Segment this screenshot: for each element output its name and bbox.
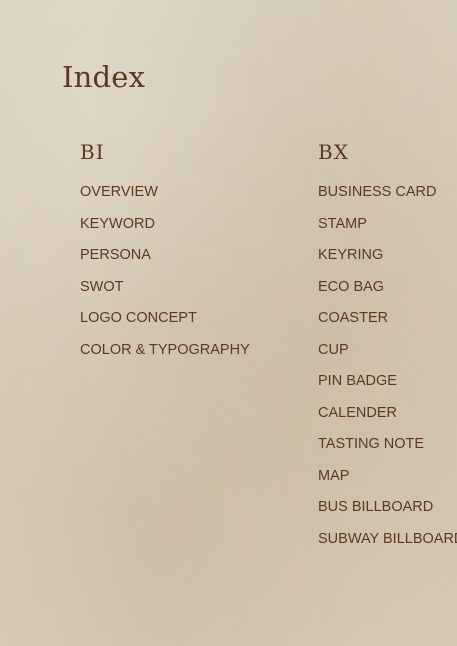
- bi-item: PERSONA: [80, 247, 151, 263]
- bi-item: KEYWORD: [80, 215, 155, 232]
- bx-item: TASTING NOTE: [318, 436, 425, 452]
- bi-item: COLOR & TYPOGRAPHY: [80, 341, 250, 358]
- page-title: Index: [62, 60, 146, 94]
- bi-item: OVERVIEW: [80, 184, 158, 200]
- bx-item: MAP: [318, 467, 350, 484]
- bi-heading: BI: [80, 140, 105, 164]
- bx-section: BX BUSINESS CARD STAMP KEYRING ECO BAG C…: [318, 137, 457, 555]
- bi-item: LOGO CONCEPT: [80, 310, 197, 326]
- bx-item: BUS BILLBOARD: [318, 499, 434, 515]
- bx-heading: BX: [318, 140, 349, 164]
- bx-item: ECO BAG: [318, 278, 385, 295]
- index-page: Index BI OVERVIEW KEYWORD PERSONA SWOT L…: [0, 0, 457, 646]
- bx-item: BUSINESS CARD: [318, 184, 437, 200]
- bx-item: STAMP: [318, 215, 367, 232]
- bx-item: KEYRING: [318, 247, 384, 263]
- bi-item-list: OVERVIEW KEYWORD PERSONA SWOT LOGO CONCE…: [80, 177, 250, 366]
- bx-item: SUBWAY BILLBOARD: [318, 530, 457, 547]
- bx-item: PIN BADGE: [318, 373, 397, 389]
- bx-item: CALENDER: [318, 404, 397, 421]
- bi-item: SWOT: [80, 278, 124, 295]
- bx-item: CUP: [318, 341, 349, 358]
- bi-section: BI OVERVIEW KEYWORD PERSONA SWOT LOGO CO…: [80, 137, 250, 366]
- bx-item-list: BUSINESS CARD STAMP KEYRING ECO BAG COAS…: [318, 177, 457, 555]
- bx-item: COASTER: [318, 310, 389, 326]
